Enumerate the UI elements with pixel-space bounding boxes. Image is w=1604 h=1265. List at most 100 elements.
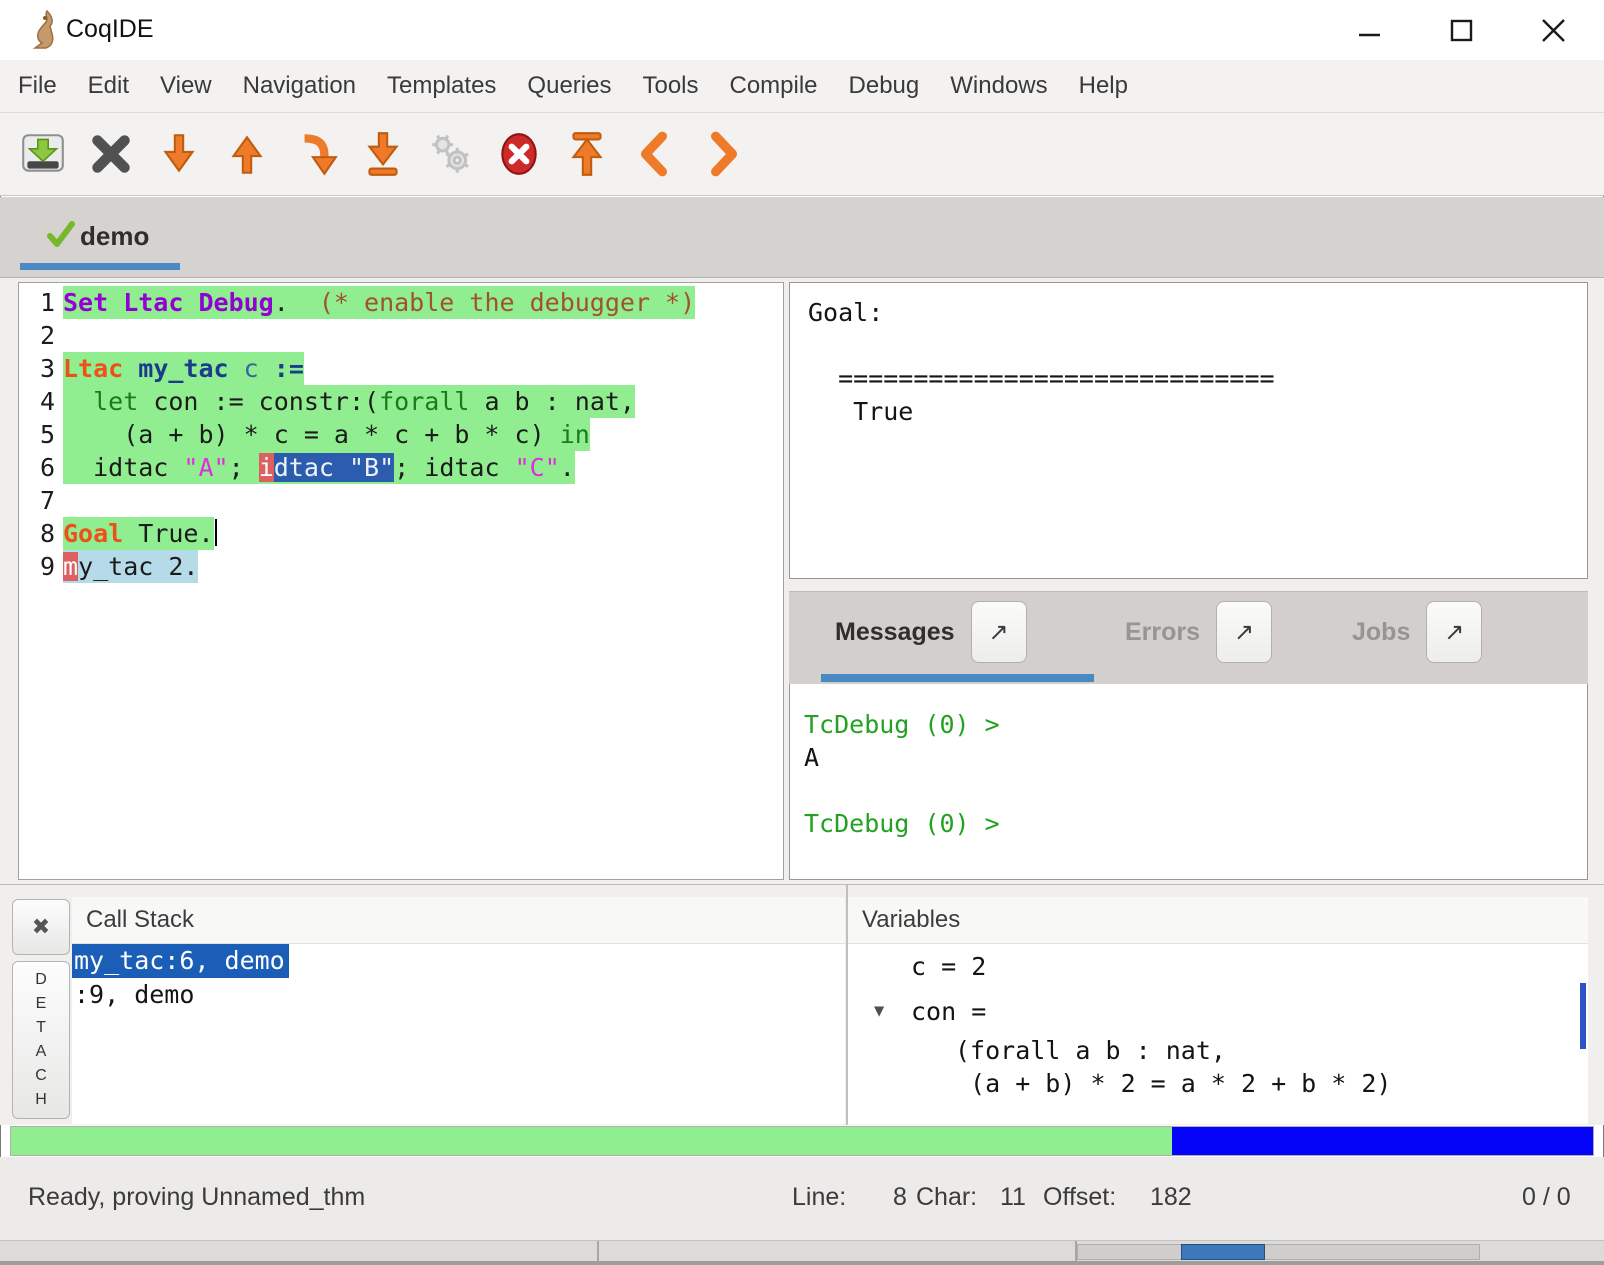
tab-jobs-label: Jobs (1352, 618, 1410, 647)
code-segment-plain: a b : nat, (469, 387, 635, 416)
callstack-row[interactable]: my_tac:6, demo (72, 944, 845, 978)
checkmark-icon (46, 219, 76, 254)
variables-scrollbar-thumb[interactable] (1580, 983, 1586, 1049)
variable-row[interactable]: c = 2 (848, 944, 1588, 989)
menu-navigation[interactable]: Navigation (243, 72, 356, 100)
messages-tabbar: Messages↗ Errors ↗ Jobs ↗ (789, 591, 1588, 685)
code-segment-ltac: Goal (63, 519, 123, 548)
bottom-strip (0, 1240, 1604, 1265)
line-number: 5 (19, 418, 63, 451)
variables-rows: c = 2▼con =(forall a b : nat, (a + b) * … (848, 944, 1588, 1100)
minimize-button[interactable] (1352, 14, 1386, 48)
code-segment-vernac: Set Ltac Debug (63, 288, 274, 317)
line-label: Line: (792, 1183, 846, 1212)
code-segment-string: "C" (515, 453, 560, 482)
detach-letter: T (36, 1016, 46, 1040)
variable-text: (forall a b : nat, (955, 1036, 1226, 1065)
callstack-row-selected: my_tac:6, demo (72, 944, 289, 978)
code-segment-plain (259, 354, 274, 383)
make-button[interactable] (426, 129, 476, 179)
tab-errors[interactable]: Errors ↗ (1125, 600, 1272, 664)
variable-row[interactable]: ▼con = (848, 989, 1588, 1034)
detach-jobs-button[interactable]: ↗ (1426, 601, 1482, 663)
tab-messages[interactable]: Messages↗ (835, 600, 1027, 664)
next-occurrence-button[interactable] (698, 129, 748, 179)
restart-button[interactable] (562, 129, 612, 179)
code-line-6: idtac "A"; idtac "B"; idtac "C". (63, 451, 783, 484)
code-segment-plain: ; idtac (394, 453, 514, 482)
code-segment-bp: m (63, 552, 78, 581)
variable-row[interactable]: (a + b) * 2 = a * 2 + b * 2) (848, 1067, 1588, 1100)
menu-templates[interactable]: Templates (387, 72, 496, 100)
processed-highlight: let con := constr:(forall a b : nat, (63, 385, 635, 418)
menu-queries[interactable]: Queries (527, 72, 611, 100)
run-to-end-button[interactable] (358, 129, 408, 179)
code-segment-plain: . (560, 453, 575, 482)
variable-row[interactable]: (forall a b : nat, (848, 1034, 1588, 1067)
status-text: Ready, proving Unnamed_thm (28, 1183, 365, 1212)
interrupt-button[interactable] (494, 129, 544, 179)
maximize-button[interactable] (1444, 14, 1478, 48)
menu-windows[interactable]: Windows (950, 72, 1047, 100)
close-doc-button[interactable] (86, 129, 136, 179)
menu-edit[interactable]: Edit (88, 72, 129, 100)
script-editor[interactable]: 123456789 Set Ltac Debug. (* enable the … (18, 282, 784, 880)
step-forward-button[interactable] (154, 129, 204, 179)
code-line-8: Goal True. (63, 517, 783, 550)
code-segment-ltac: Ltac (63, 354, 123, 383)
callstack-row[interactable]: :9, demo (72, 978, 845, 1012)
detach-callstack-button[interactable]: DETACH (12, 961, 70, 1119)
close-callstack-button[interactable]: ✖ (12, 899, 70, 955)
menu-file[interactable]: File (18, 72, 57, 100)
code-segment-plain: (a + b) * c = a * c + b * c) (63, 420, 560, 449)
restart-icon (562, 129, 612, 179)
code-line-9: my_tac 2. (63, 550, 783, 583)
interrupt-icon (494, 129, 544, 179)
close-button[interactable] (1536, 14, 1570, 48)
step-forward-icon (154, 129, 204, 179)
horizontal-scrollbar-track[interactable] (1077, 1244, 1480, 1260)
horizontal-scrollbar-thumb[interactable] (1181, 1244, 1265, 1260)
code-segment-kw: in (560, 420, 590, 449)
save-button[interactable] (18, 129, 68, 179)
detach-icon: ↗ (1444, 619, 1464, 646)
offset-label: Offset: (1043, 1183, 1116, 1212)
code-segment-plain (123, 354, 138, 383)
next-occurrence-icon (698, 129, 748, 179)
progress-processed-segment (11, 1127, 1172, 1155)
code-segment-bp: i (259, 453, 274, 482)
goto-cursor-button[interactable] (290, 129, 340, 179)
tab-errors-label: Errors (1125, 618, 1200, 647)
menu-compile[interactable]: Compile (730, 72, 818, 100)
step-backward-button[interactable] (222, 129, 272, 179)
line-number-gutter: 123456789 (19, 283, 63, 879)
previous-occurrence-button[interactable] (630, 129, 680, 179)
detach-icon: ↗ (988, 619, 1008, 646)
menu-debug[interactable]: Debug (849, 72, 920, 100)
line-number: 2 (19, 319, 63, 352)
expander-triangle-icon[interactable]: ▼ (874, 989, 884, 1034)
menu-help[interactable]: Help (1079, 72, 1128, 100)
detach-errors-button[interactable]: ↗ (1216, 601, 1272, 663)
processed-highlight: Goal True. (63, 517, 214, 550)
code-segment-comment: (* enable the debugger *) (319, 288, 695, 317)
message-line (804, 774, 1587, 807)
callstack-rows: my_tac:6, demo:9, demo (72, 944, 845, 1012)
code-segment-debug: dtac "B" (274, 453, 394, 482)
line-number: 4 (19, 385, 63, 418)
active-messages-tab-indicator (821, 674, 1094, 682)
text-cursor (215, 519, 217, 546)
callstack-header: Call Stack (72, 897, 845, 944)
menu-tools[interactable]: Tools (642, 72, 698, 100)
code-segment-plain: y_tac 2. (78, 552, 198, 581)
line-value: 8 (893, 1183, 907, 1212)
code-segment-defname: my_tac (138, 354, 228, 383)
menu-view[interactable]: View (160, 72, 212, 100)
tab-jobs[interactable]: Jobs ↗ (1352, 600, 1482, 664)
detach-messages-button[interactable]: ↗ (971, 601, 1027, 663)
processed-highlight: (a + b) * c = a * c + b * c) in (63, 418, 590, 451)
goal-line: True (808, 395, 1587, 428)
processing-highlight: my_tac 2. (63, 550, 198, 583)
goal-line: Goal: (808, 296, 1587, 329)
code-segment-plain: True. (123, 519, 213, 548)
